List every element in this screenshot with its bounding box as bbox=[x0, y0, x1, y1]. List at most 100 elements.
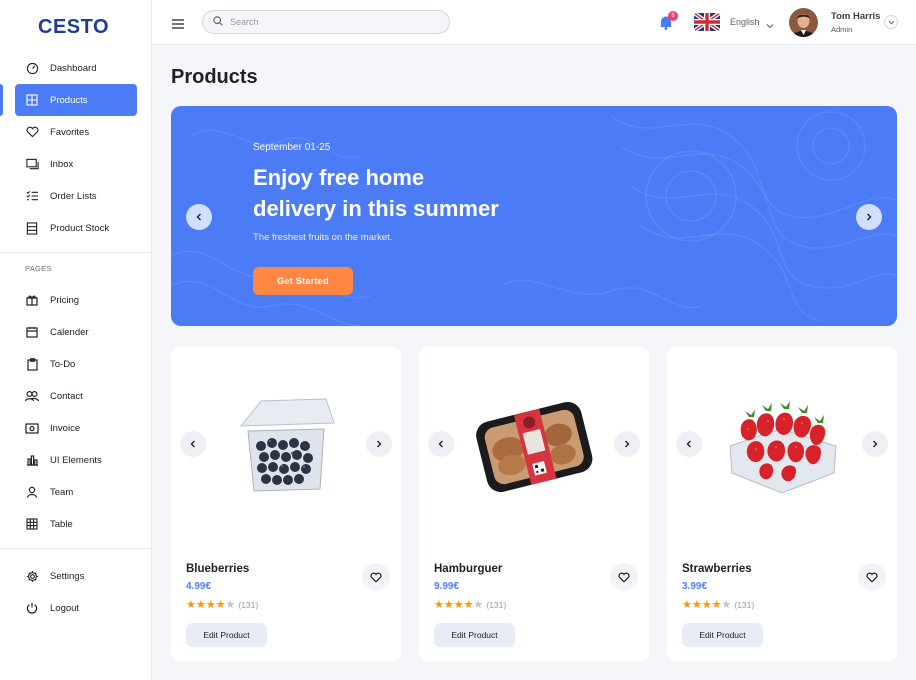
sidebar-item-dashboard[interactable]: Dashboard bbox=[0, 52, 152, 84]
sidebar-item-team[interactable]: Team bbox=[0, 476, 152, 508]
promo-banner: September 01-25 Enjoy free home delivery… bbox=[171, 106, 897, 326]
calendar-icon bbox=[25, 325, 39, 339]
sidebar-item-todo[interactable]: To-Do bbox=[0, 348, 152, 380]
brand-logo[interactable]: CESTO bbox=[38, 16, 109, 39]
chevron-right-icon bbox=[867, 213, 872, 221]
sidebar-item-ui-elements[interactable]: UI Elements bbox=[0, 444, 152, 476]
product-name: Hamburguer bbox=[434, 563, 503, 575]
sidebar-item-label: Products bbox=[50, 94, 88, 106]
product-card-hamburguer: Hamburguer 9.99€ ★ ★ ★ ★ ★ (131) Edit Produc… bbox=[419, 346, 649, 662]
sidebar-item-favorites[interactable]: Favorites bbox=[0, 116, 152, 148]
sidebar-item-table[interactable]: Table bbox=[0, 508, 152, 540]
chevron-right-icon bbox=[377, 440, 382, 448]
banner-prev-button[interactable] bbox=[186, 204, 212, 230]
favorite-button[interactable] bbox=[858, 563, 886, 591]
sidebar-item-label: Pricing bbox=[50, 294, 80, 306]
pages-nav: Pricing Calender To-Do Contact Invoice U… bbox=[0, 284, 152, 540]
sidebar-item-calender[interactable]: Calender bbox=[0, 316, 152, 348]
heart-icon bbox=[618, 572, 630, 583]
sidebar-item-products[interactable]: Products bbox=[0, 84, 137, 116]
sidebar-item-order-lists[interactable]: Order Lists bbox=[0, 180, 152, 212]
edit-product-button[interactable]: Edit Product bbox=[434, 623, 515, 647]
bar-chart-icon bbox=[25, 453, 39, 467]
product-price: 3.99€ bbox=[682, 581, 708, 592]
banner-headline-line: delivery in this summer bbox=[253, 196, 499, 221]
rating-stars: ★ ★ ★ ★ ★ (131) bbox=[682, 598, 754, 611]
star-icon: ★ bbox=[701, 599, 712, 611]
star-icon: ★ bbox=[711, 599, 722, 611]
sidebar-item-label: UI Elements bbox=[50, 454, 102, 466]
sidebar-item-settings[interactable]: Settings bbox=[0, 560, 152, 592]
sidebar-item-label: To-Do bbox=[50, 358, 76, 370]
star-icon: ★ bbox=[691, 599, 702, 611]
star-icon: ★ bbox=[215, 599, 226, 611]
sidebar-item-label: Dashboard bbox=[50, 62, 97, 74]
edit-product-button[interactable]: Edit Product bbox=[186, 623, 267, 647]
chevron-down-icon[interactable] bbox=[766, 17, 774, 29]
sidebar-item-label: Inbox bbox=[50, 158, 74, 170]
banner-next-button[interactable] bbox=[856, 204, 882, 230]
heart-icon bbox=[370, 572, 382, 583]
favorite-button[interactable] bbox=[610, 563, 638, 591]
star-icon: ★ bbox=[205, 599, 216, 611]
search-icon bbox=[213, 13, 223, 31]
star-icon: ★ bbox=[225, 599, 236, 611]
sidebar-item-logout[interactable]: Logout bbox=[0, 592, 152, 624]
menu-icon[interactable] bbox=[172, 16, 184, 29]
heart-icon bbox=[25, 125, 39, 139]
review-count: (131) bbox=[486, 599, 507, 610]
notification-badge: 6 bbox=[668, 11, 678, 21]
pages-section-label: PAGES bbox=[25, 264, 52, 273]
sidebar-item-invoice[interactable]: Invoice bbox=[0, 412, 152, 444]
image-next-button[interactable] bbox=[366, 431, 392, 457]
user-role: Admin bbox=[831, 25, 853, 34]
image-prev-button[interactable] bbox=[676, 431, 702, 457]
search-box bbox=[202, 10, 450, 34]
chevron-right-icon bbox=[625, 440, 630, 448]
rating-stars: ★ ★ ★ ★ ★ (131) bbox=[186, 598, 258, 611]
image-prev-button[interactable] bbox=[428, 431, 454, 457]
review-count: (131) bbox=[238, 599, 259, 610]
edit-product-button[interactable]: Edit Product bbox=[682, 623, 763, 647]
sidebar-item-product-stock[interactable]: Product Stock bbox=[0, 212, 152, 244]
star-icon: ★ bbox=[463, 599, 474, 611]
power-icon bbox=[25, 601, 39, 615]
chevron-left-icon bbox=[438, 440, 443, 448]
rating-stars: ★ ★ ★ ★ ★ (131) bbox=[434, 598, 506, 611]
grid-icon bbox=[25, 93, 39, 107]
sidebar-item-inbox[interactable]: Inbox bbox=[0, 148, 152, 180]
sidebar-item-label: Table bbox=[50, 518, 73, 530]
sidebar-item-label: Logout bbox=[50, 602, 80, 614]
chevron-right-icon bbox=[873, 440, 878, 448]
sidebar-item-pricing[interactable]: Pricing bbox=[0, 284, 152, 316]
get-started-button[interactable]: Get Started bbox=[253, 267, 353, 295]
uk-flag-icon[interactable] bbox=[694, 13, 720, 31]
invoice-icon bbox=[25, 421, 39, 435]
star-icon: ★ bbox=[453, 599, 464, 611]
sidebar-item-label: Product Stock bbox=[50, 222, 110, 234]
gear-icon bbox=[25, 569, 39, 583]
chevron-down-icon bbox=[888, 20, 894, 24]
favorite-button[interactable] bbox=[362, 563, 390, 591]
avatar[interactable] bbox=[789, 8, 818, 37]
product-card-strawberries: Strawberries 3.99€ ★ ★ ★ ★ ★ (131) Edit Prod… bbox=[667, 346, 897, 662]
banner-subtitle: The freshest fruits on the market. bbox=[253, 232, 393, 243]
page-title: Products bbox=[171, 66, 258, 88]
image-prev-button[interactable] bbox=[180, 431, 206, 457]
product-name: Strawberries bbox=[682, 563, 752, 575]
main-nav: Dashboard Products Favorites Inbox Order… bbox=[0, 52, 152, 244]
gift-icon bbox=[25, 293, 39, 307]
review-count: (131) bbox=[734, 599, 755, 610]
list-icon bbox=[25, 189, 39, 203]
star-icon: ★ bbox=[473, 599, 484, 611]
product-image bbox=[239, 398, 335, 492]
product-name: Blueberries bbox=[186, 563, 250, 575]
image-next-button[interactable] bbox=[614, 431, 640, 457]
image-next-button[interactable] bbox=[862, 431, 888, 457]
user-icon bbox=[25, 485, 39, 499]
sidebar-item-contact[interactable]: Contact bbox=[0, 380, 152, 412]
language-selector[interactable]: English bbox=[730, 17, 760, 27]
search-input[interactable] bbox=[230, 17, 430, 27]
star-icon: ★ bbox=[186, 599, 196, 611]
profile-menu-button[interactable] bbox=[884, 15, 898, 29]
